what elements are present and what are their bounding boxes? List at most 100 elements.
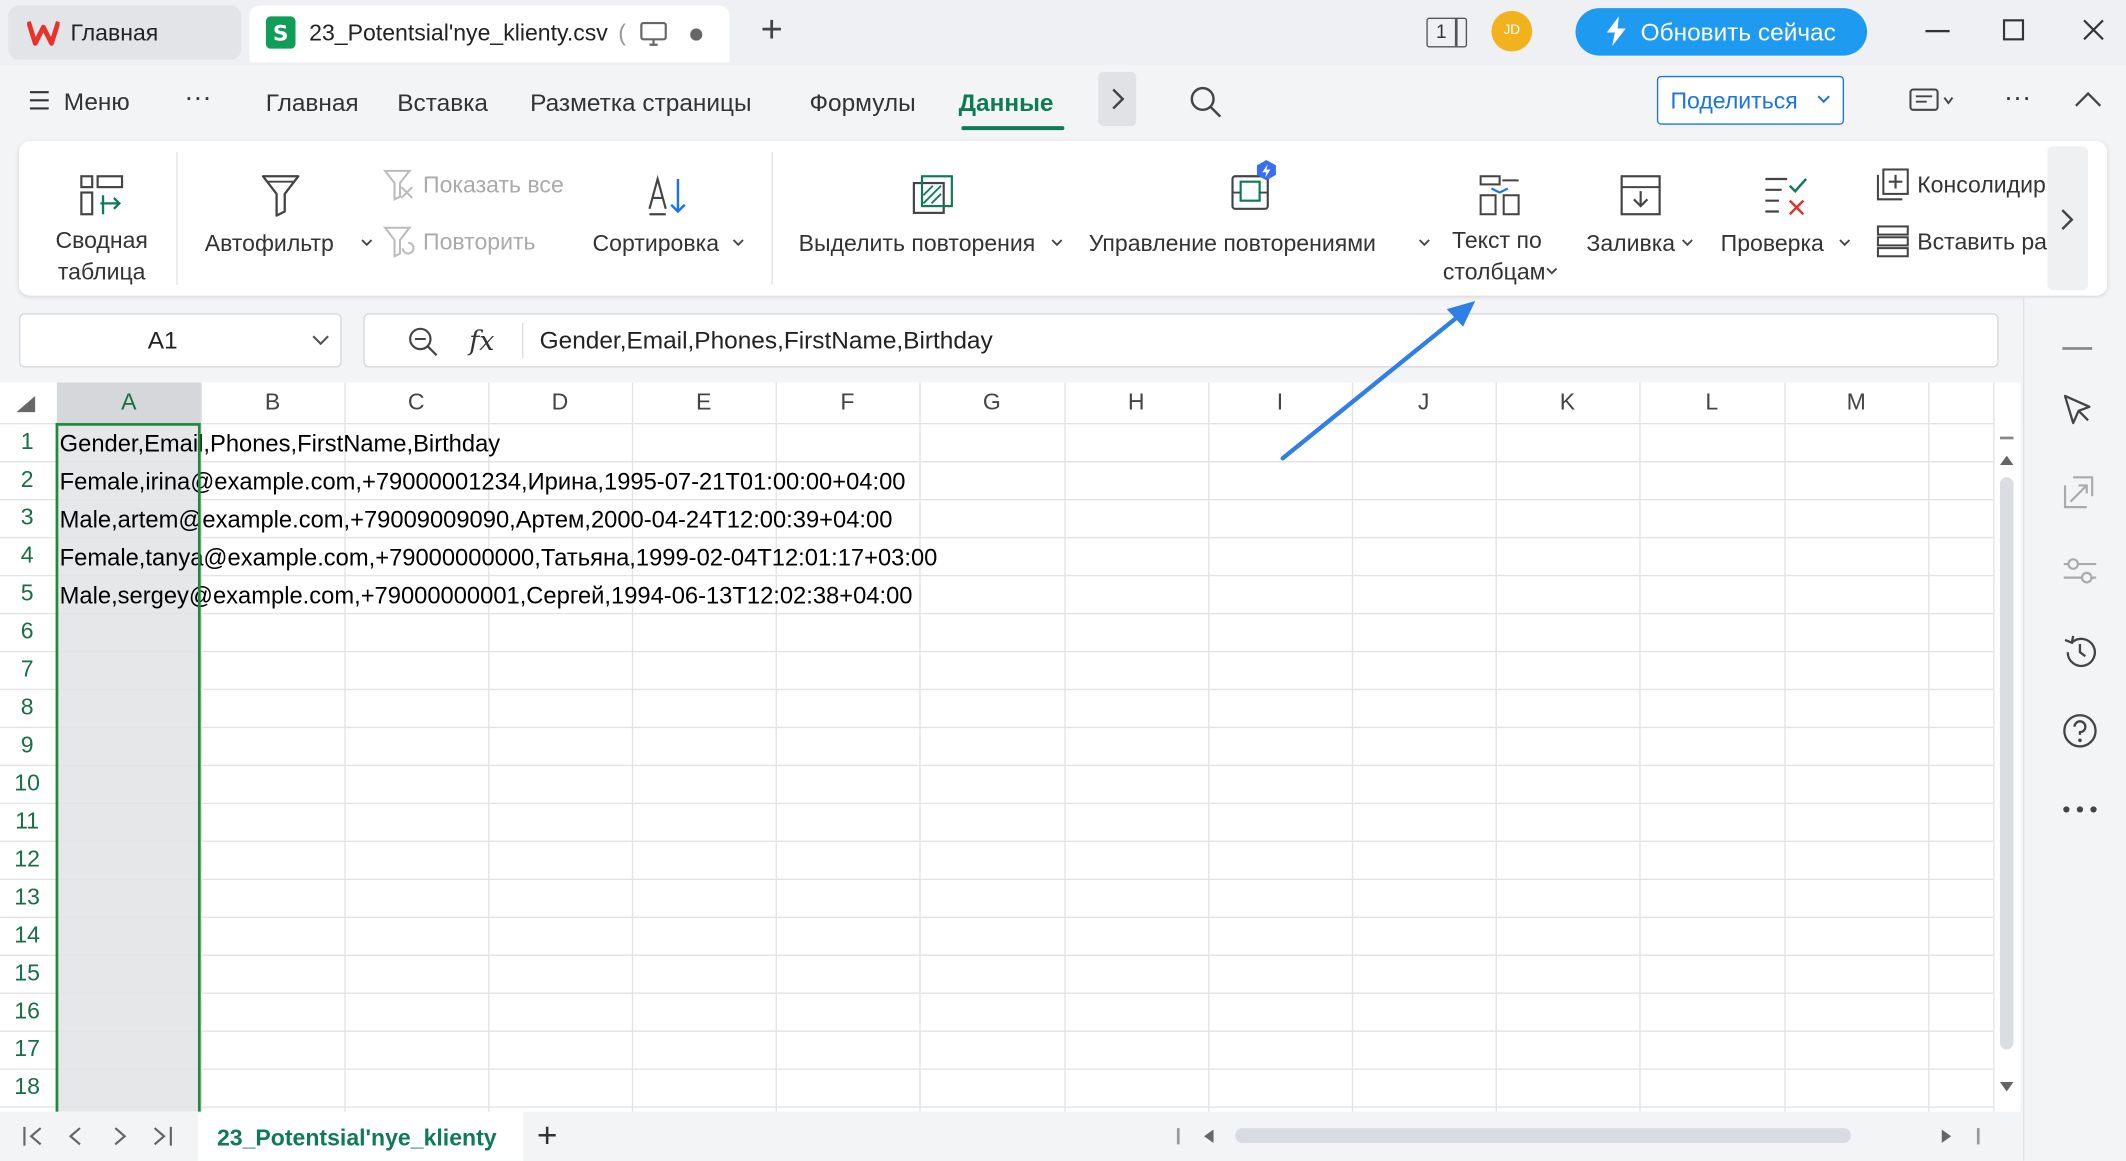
select-cursor-icon[interactable] bbox=[2062, 393, 2095, 428]
highlight-duplicates-button[interactable]: Выделить повторения bbox=[797, 165, 1068, 260]
insert-rows-button[interactable]: Вставить ра bbox=[1874, 222, 2064, 260]
maximize-icon[interactable] bbox=[2002, 19, 2025, 41]
prev-sheet-icon[interactable] bbox=[68, 1127, 82, 1146]
row-header[interactable]: 7 bbox=[0, 651, 54, 689]
fill-button[interactable]: Заливка bbox=[1584, 165, 1706, 260]
row-header[interactable]: 13 bbox=[0, 879, 54, 917]
horizontal-scrollbar[interactable] bbox=[1174, 1123, 1988, 1150]
last-sheet-icon[interactable] bbox=[152, 1126, 174, 1146]
row-header[interactable]: 9 bbox=[0, 727, 54, 765]
menu-scroll-right-button[interactable] bbox=[1098, 71, 1137, 127]
add-sheet-button[interactable]: + bbox=[537, 1115, 558, 1157]
share-button[interactable]: Поделиться bbox=[1656, 75, 1845, 125]
row-header[interactable]: 5 bbox=[0, 575, 54, 613]
menu-item-insert[interactable]: Вставка bbox=[397, 89, 488, 117]
row-header[interactable]: 15 bbox=[0, 955, 54, 993]
row-header[interactable]: 3 bbox=[0, 499, 54, 537]
comment-icon[interactable] bbox=[1909, 88, 1955, 115]
history-icon[interactable] bbox=[2062, 635, 2097, 670]
row-header[interactable]: 10 bbox=[0, 765, 54, 803]
consolidate-label: Консолидир bbox=[1917, 172, 2046, 198]
search-icon[interactable] bbox=[1189, 85, 1222, 118]
tab-file[interactable]: S 23_Potentsial'nye_klienty.csv ( bbox=[249, 5, 730, 63]
column-header-a[interactable]: A bbox=[56, 382, 201, 424]
hamburger-icon[interactable] bbox=[29, 91, 49, 110]
column-header-l[interactable]: L bbox=[1639, 382, 1784, 423]
column-header-c[interactable]: C bbox=[344, 382, 488, 423]
chevron-down-icon bbox=[1681, 239, 1693, 247]
pivot-table-button[interactable]: Сводная таблица bbox=[41, 165, 163, 287]
transform-icon[interactable] bbox=[2062, 475, 2095, 510]
share-label: Поделиться bbox=[1670, 88, 1798, 114]
column-header-d[interactable]: D bbox=[488, 382, 632, 423]
sliders-icon[interactable] bbox=[2062, 556, 2097, 586]
zoom-formula-icon[interactable] bbox=[408, 327, 438, 357]
row-header[interactable]: 16 bbox=[0, 993, 54, 1031]
avatar-initials: JD bbox=[1503, 23, 1521, 38]
menu-button[interactable]: Меню bbox=[64, 88, 130, 116]
minimize-icon[interactable] bbox=[1925, 29, 1950, 33]
cell-reference: A1 bbox=[147, 326, 178, 354]
manage-duplicates-button[interactable]: Управление повторениями bbox=[1087, 159, 1430, 263]
sort-button[interactable]: Сортировка bbox=[588, 165, 751, 260]
validation-button[interactable]: Проверка bbox=[1719, 165, 1855, 260]
chevron-down-icon bbox=[1418, 239, 1430, 247]
column-header-g[interactable]: G bbox=[919, 382, 1064, 423]
vertical-scrollbar[interactable] bbox=[1993, 423, 2020, 1112]
consolidate-button[interactable]: Консолидир bbox=[1874, 165, 2064, 203]
row-header[interactable]: 14 bbox=[0, 917, 54, 955]
spreadsheet-grid[interactable]: ABCDEFGHIJKLM 1 2 3 4 5 6 7 8 9 10 11 12 13 14 15 16 17 1… bbox=[0, 382, 2021, 1112]
help-icon[interactable] bbox=[2062, 713, 2097, 748]
chevron-down-icon bbox=[1546, 267, 1558, 275]
menu-item-home[interactable]: Главная bbox=[266, 89, 359, 117]
column-header-b[interactable]: B bbox=[201, 382, 345, 423]
select-all-corner[interactable] bbox=[16, 395, 36, 413]
autofilter-button[interactable]: Автофильтр bbox=[201, 165, 373, 260]
formula-input[interactable]: Gender,Email,Phones,FirstName,Birthday bbox=[540, 327, 993, 355]
column-header-h[interactable]: H bbox=[1064, 382, 1208, 423]
name-box[interactable]: A1 bbox=[18, 313, 342, 368]
ribbon-scroll-right-button[interactable] bbox=[2047, 146, 2089, 291]
text-to-columns-button[interactable]: Текст по столбцам bbox=[1435, 165, 1571, 287]
data-ribbon: Сводная таблица Автофильтр Показать все … bbox=[18, 141, 2108, 296]
insert-function-button[interactable]: fx bbox=[469, 324, 494, 357]
overflow-menu-button[interactable]: ··· bbox=[2004, 83, 2031, 114]
sheet-tab-bar: 23_Potentsial'nye_klienty + bbox=[0, 1111, 2021, 1161]
chevron-down-icon bbox=[312, 335, 330, 346]
row-header[interactable]: 1 bbox=[0, 423, 54, 461]
more-menu-button[interactable]: ··· bbox=[184, 83, 211, 114]
update-now-button[interactable]: Обновить сейчас bbox=[1575, 8, 1868, 56]
vertical-scroll-thumb[interactable] bbox=[1999, 477, 2014, 1050]
chevron-down-icon bbox=[1839, 239, 1851, 247]
new-tab-button[interactable]: + bbox=[761, 8, 783, 51]
row-header[interactable]: 18 bbox=[0, 1068, 54, 1106]
row-header[interactable]: 17 bbox=[0, 1030, 54, 1068]
column-header-e[interactable]: E bbox=[632, 382, 776, 423]
page-count-indicator[interactable]: 1 bbox=[1426, 17, 1468, 48]
close-icon[interactable] bbox=[2083, 19, 2105, 41]
reapply-button: Повторить bbox=[380, 222, 583, 260]
more-options-icon[interactable] bbox=[2062, 805, 2097, 813]
row-header[interactable]: 4 bbox=[0, 537, 54, 575]
menu-item-formulas[interactable]: Формулы bbox=[809, 89, 915, 117]
column-header-m[interactable]: M bbox=[1784, 382, 1928, 423]
row-header[interactable]: 6 bbox=[0, 613, 54, 651]
sheet-tab-active[interactable]: 23_Potentsial'nye_klienty bbox=[197, 1111, 524, 1161]
row-header[interactable]: 11 bbox=[0, 803, 54, 841]
next-sheet-icon[interactable] bbox=[114, 1127, 128, 1146]
column-header-k[interactable]: K bbox=[1496, 382, 1640, 423]
horizontal-scroll-thumb[interactable] bbox=[1235, 1128, 1851, 1144]
row-header[interactable]: 2 bbox=[0, 461, 54, 499]
avatar[interactable]: JD bbox=[1491, 10, 1533, 52]
text-to-columns-label-2: столбцам bbox=[1442, 258, 1546, 285]
consolidate-icon bbox=[1876, 168, 1910, 201]
row-header[interactable]: 8 bbox=[0, 689, 54, 727]
chevron-down-icon bbox=[1051, 239, 1063, 247]
first-sheet-icon[interactable] bbox=[22, 1126, 44, 1146]
tab-home[interactable]: Главная bbox=[8, 5, 242, 60]
row-header[interactable]: 12 bbox=[0, 841, 54, 879]
menu-item-data[interactable]: Данные bbox=[959, 89, 1054, 117]
column-header-f[interactable]: F bbox=[776, 382, 920, 423]
collapse-ribbon-icon[interactable] bbox=[2075, 91, 2102, 107]
menu-item-page-layout[interactable]: Разметка страницы bbox=[530, 89, 751, 117]
